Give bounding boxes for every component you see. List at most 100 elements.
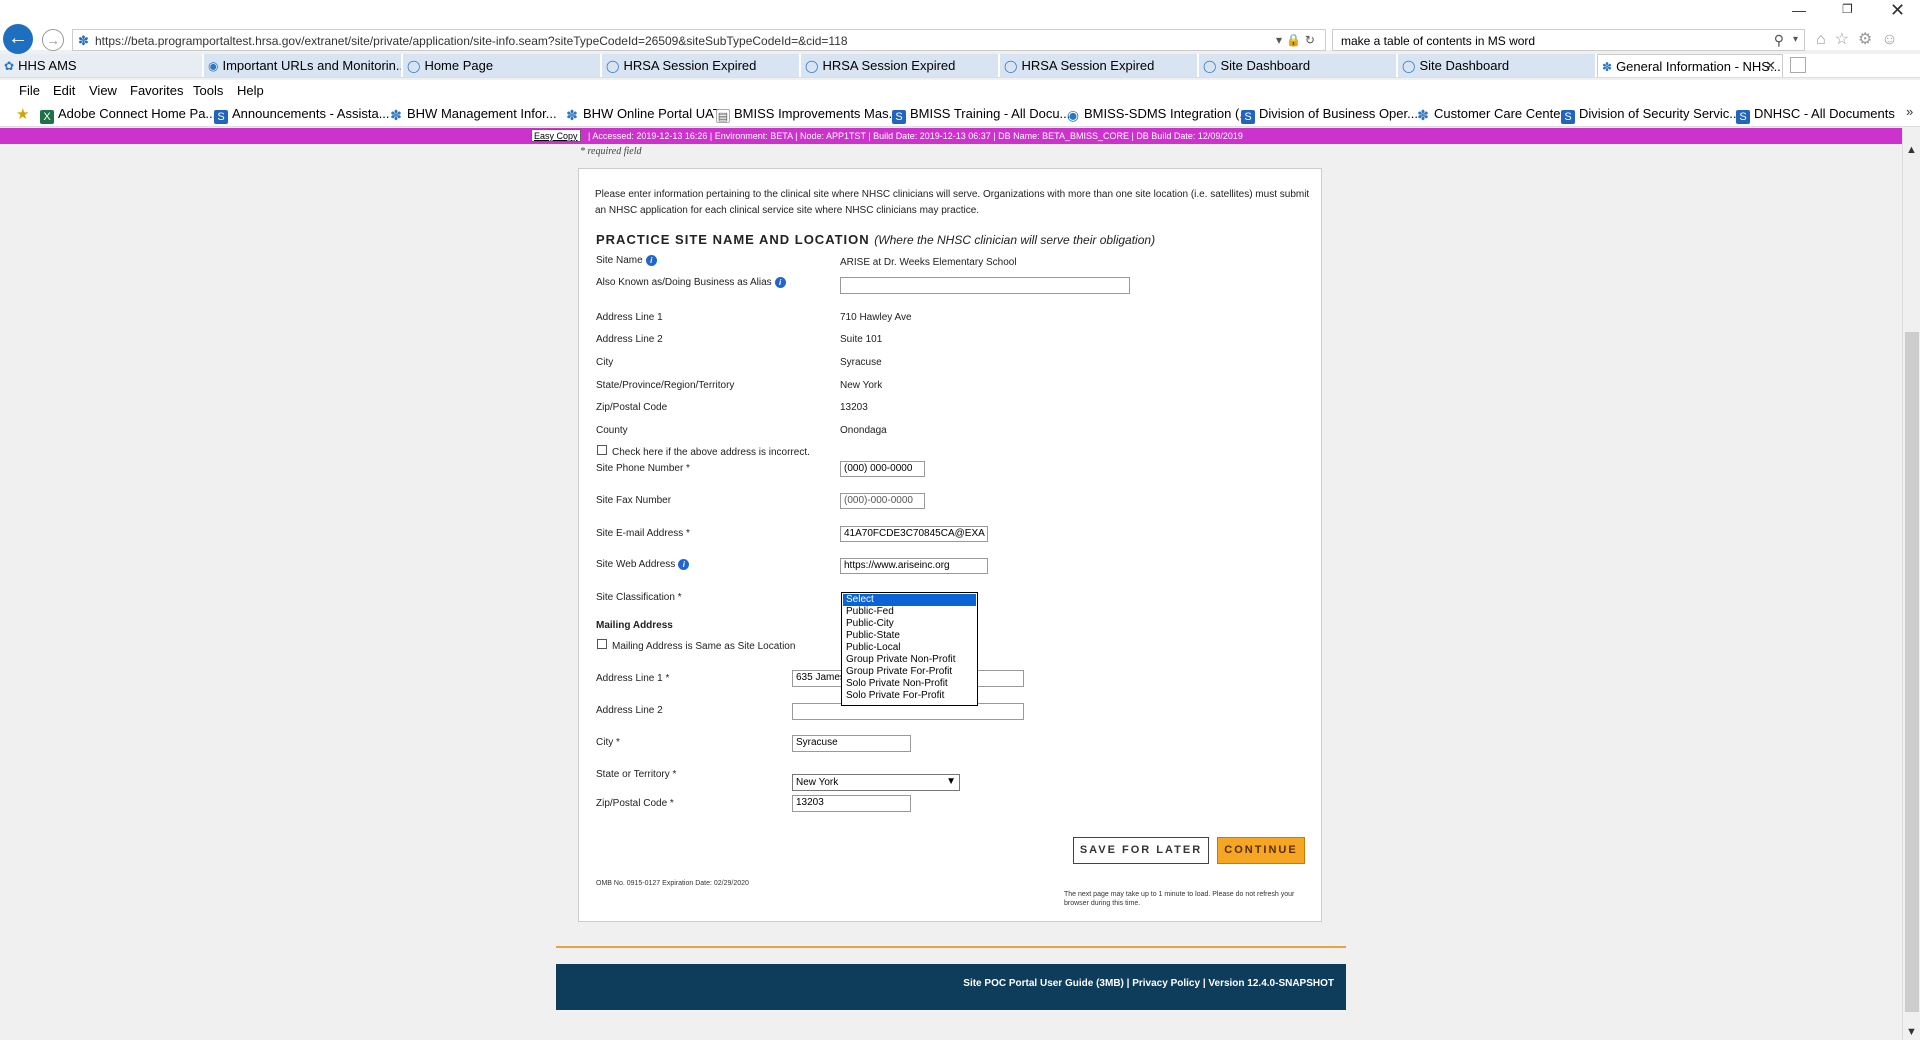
option-public-state[interactable]: Public-State — [843, 630, 976, 642]
page-icon: ▤ — [716, 109, 730, 123]
menu-view[interactable]: View — [89, 83, 117, 98]
option-solo-private-non-profit[interactable]: Solo Private Non-Profit — [843, 678, 976, 690]
alias-input[interactable] — [840, 277, 1130, 294]
mailing-address1-label: Address Line 1 * — [596, 673, 670, 684]
address2-value: Suite 101 — [840, 334, 883, 345]
save-for-later-button[interactable]: SAVE FOR LATER — [1073, 837, 1209, 864]
mailing-city-input[interactable]: Syracuse — [792, 735, 911, 752]
sharepoint-icon: S — [1241, 110, 1255, 124]
fav-customer-care[interactable]: ✽ Customer Care Center — [1416, 106, 1565, 122]
close-tab-icon[interactable]: ✕ — [1765, 58, 1776, 74]
fav-division-business[interactable]: S Division of Business Oper... — [1241, 106, 1418, 124]
favorites-star-icon[interactable]: ★ — [16, 105, 29, 123]
web-label: Site Web Address i — [596, 559, 690, 570]
option-public-city[interactable]: Public-City — [843, 618, 976, 630]
chevron-down-icon[interactable]: ▾ — [1793, 34, 1798, 45]
hrsa-icon: ✽ — [390, 107, 402, 123]
easy-copy-link[interactable]: Easy Copy — [531, 129, 581, 142]
county-value: Onondaga — [840, 425, 887, 436]
fav-dnhsc-documents[interactable]: S DNHSC - All Documents — [1736, 106, 1895, 124]
site-name-value: ARISE at Dr. Weeks Elementary School — [840, 257, 1017, 268]
option-public-local[interactable]: Public-Local — [843, 642, 976, 654]
email-input[interactable]: 41A70FCDE3C70845CA@EXA — [840, 526, 988, 542]
address-bar[interactable]: ✽ https://beta.programportaltest.hrsa.go… — [72, 29, 1326, 51]
tab-session-expired-2[interactable]: ◯ HRSA Session Expired — [801, 54, 999, 77]
search-input[interactable]: make a table of contents in MS word — [1341, 34, 1535, 48]
search-field[interactable]: make a table of contents in MS word ⚲ ▾ — [1332, 29, 1805, 51]
web-input[interactable]: https://www.ariseinc.org — [840, 558, 988, 574]
intro-text: Please enter information pertaining to t… — [595, 189, 1310, 216]
tab-home-page[interactable]: ◯ Home Page — [403, 54, 601, 77]
scroll-up-icon[interactable]: ▲ — [1906, 144, 1917, 156]
search-icon[interactable]: ⚲ — [1774, 32, 1784, 49]
address-bar-icons[interactable]: ▾🔒↻ — [1276, 33, 1319, 47]
tab-session-expired-1[interactable]: ◯ HRSA Session Expired — [602, 54, 800, 77]
menu-file[interactable]: File — [19, 83, 40, 98]
tab-general-information[interactable]: ✽ General Information - NHS... ✕ — [1597, 54, 1783, 77]
vertical-scrollbar[interactable]: ▲ ▼ — [1902, 128, 1920, 1040]
zip-label: Zip/Postal Code — [596, 402, 668, 413]
scroll-thumb[interactable] — [1905, 332, 1919, 1012]
sharepoint-icon: S — [892, 110, 906, 124]
ie-icon: ◯ — [1004, 59, 1018, 73]
tab-site-dashboard-1[interactable]: ◯ Site Dashboard — [1199, 54, 1397, 77]
option-public-fed[interactable]: Public-Fed — [843, 606, 976, 618]
fav-bmiss-sdms[interactable]: ◉ BMISS-SDMS Integration (... — [1066, 106, 1250, 122]
option-select[interactable]: Select — [843, 594, 976, 606]
hrsa-logo-icon: ✽ — [1602, 60, 1613, 74]
fav-adobe-connect[interactable]: X Adobe Connect Home Pa... — [40, 106, 216, 124]
mailing-same-checkbox[interactable] — [597, 639, 607, 649]
forward-arrow-icon[interactable]: → — [42, 29, 64, 51]
tab-site-dashboard-2[interactable]: ◯ Site Dashboard — [1398, 54, 1596, 77]
mailing-zip-input[interactable]: 13203 — [792, 795, 911, 812]
menu-tools[interactable]: Tools — [193, 83, 223, 98]
footer-links[interactable]: Site POC Portal User Guide (3MB) | Priva… — [963, 978, 1334, 989]
fax-input[interactable]: (000)-000-0000 — [840, 493, 925, 509]
restore-icon[interactable]: ❐ — [1842, 2, 1853, 16]
fav-bhw-online-portal[interactable]: ✽ BHW Online Portal UAT — [565, 106, 721, 122]
chevron-right-icon[interactable]: » — [1906, 104, 1913, 119]
scroll-down-icon[interactable]: ▼ — [1906, 1026, 1917, 1038]
mailing-zip-label: Zip/Postal Code * — [596, 798, 674, 809]
section-subtitle: (Where the NHSC clinician will serve the… — [874, 233, 1156, 247]
address-incorrect-checkbox[interactable] — [597, 445, 607, 455]
state-label: State/Province/Region/Territory — [596, 380, 735, 391]
tab-strip: ✿ HHS AMS ◉ Important URLs and Monitorin..… — [0, 54, 1920, 78]
address1-label: Address Line 1 — [596, 312, 663, 323]
option-group-private-non-profit[interactable]: Group Private Non-Profit — [843, 654, 976, 666]
minimize-icon[interactable]: — — [1792, 2, 1806, 18]
menu-edit[interactable]: Edit — [53, 83, 75, 98]
environment-bar: Easy Copy | Accessed: 2019-12-13 16:26 |… — [0, 128, 1902, 144]
tab-hhs-ams[interactable]: ✿ HHS AMS — [0, 54, 203, 77]
url-text[interactable]: https://beta.programportaltest.hrsa.gov/… — [95, 34, 848, 48]
mailing-state-select[interactable]: New York ▼ — [792, 774, 960, 791]
info-icon[interactable]: i — [774, 277, 786, 288]
mailing-heading: Mailing Address — [596, 620, 673, 631]
classification-dropdown-list[interactable]: Select Public-Fed Public-City Public-Sta… — [841, 592, 978, 706]
fav-bmiss-improvements[interactable]: ▤ BMISS Improvements Mas... — [716, 106, 899, 123]
address1-value: 710 Hawley Ave — [840, 312, 912, 323]
back-arrow-icon[interactable]: ← — [3, 24, 33, 54]
browser-toolbar: ← → ✽ https://beta.programportaltest.hrs… — [0, 0, 1920, 54]
continue-button[interactable]: CONTINUE — [1217, 837, 1305, 864]
tab-important-urls[interactable]: ◉ Important URLs and Monitorin... — [204, 54, 402, 77]
hrsa-icon: ✽ — [1417, 107, 1429, 123]
classification-label: Site Classification * — [596, 592, 682, 603]
mailing-city-label: City * — [596, 737, 620, 748]
menu-favorites[interactable]: Favorites — [130, 83, 183, 98]
tab-session-expired-3[interactable]: ◯ HRSA Session Expired — [1000, 54, 1198, 77]
close-icon[interactable]: ✕ — [1890, 0, 1905, 21]
option-solo-private-for-profit[interactable]: Solo Private For-Profit — [843, 690, 976, 702]
fav-bhw-management[interactable]: ✽ BHW Management Infor... — [389, 106, 556, 123]
excel-icon: X — [40, 110, 54, 124]
menu-help[interactable]: Help — [237, 83, 264, 98]
option-group-private-for-profit[interactable]: Group Private For-Profit — [843, 666, 976, 678]
home-favorites-tools-icons[interactable]: ⌂☆⚙☺ — [1816, 29, 1907, 49]
fav-bmiss-training[interactable]: S BMISS Training - All Docu... — [892, 106, 1070, 124]
fav-announcements[interactable]: S Announcements - Assista... — [214, 106, 390, 124]
phone-input[interactable]: (000) 000-0000 — [840, 461, 925, 477]
new-tab-icon[interactable] — [1790, 57, 1806, 73]
info-icon[interactable]: i — [678, 559, 690, 570]
fav-division-security[interactable]: S Division of Security Servic... — [1561, 106, 1740, 124]
info-icon[interactable]: i — [645, 255, 657, 266]
